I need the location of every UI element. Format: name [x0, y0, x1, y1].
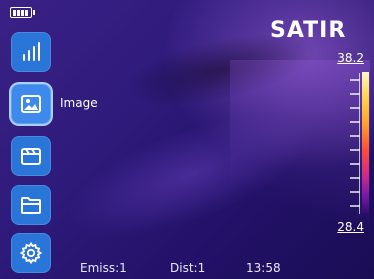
- image-icon: [21, 95, 41, 113]
- scale-max-label: 38.2: [337, 51, 364, 65]
- active-menu-label: Image: [60, 96, 98, 110]
- bar-chart-icon: [23, 42, 40, 61]
- battery-icon: [10, 7, 35, 18]
- thermal-viewport: Image SATIR 38.2 28.4 Emiss:1 Dist:1 13:…: [0, 0, 374, 279]
- files-button[interactable]: [11, 185, 51, 225]
- status-bar: Emiss:1 Dist:1 13:58: [0, 258, 374, 279]
- analysis-button[interactable]: [11, 32, 51, 72]
- clapperboard-icon: [21, 148, 41, 165]
- video-button[interactable]: [11, 136, 51, 176]
- emissivity-readout: Emiss:1: [80, 261, 127, 275]
- folder-icon: [21, 197, 41, 214]
- time-readout: 13:58: [246, 261, 281, 275]
- brand-logo: SATIR: [270, 18, 347, 43]
- distance-readout: Dist:1: [170, 261, 206, 275]
- scale-min-label: 28.4: [337, 220, 364, 234]
- scale-ticks: [350, 73, 360, 214]
- thermal-glow: [52, 88, 328, 262]
- image-button[interactable]: [11, 84, 51, 124]
- temperature-colorbar: [362, 72, 369, 215]
